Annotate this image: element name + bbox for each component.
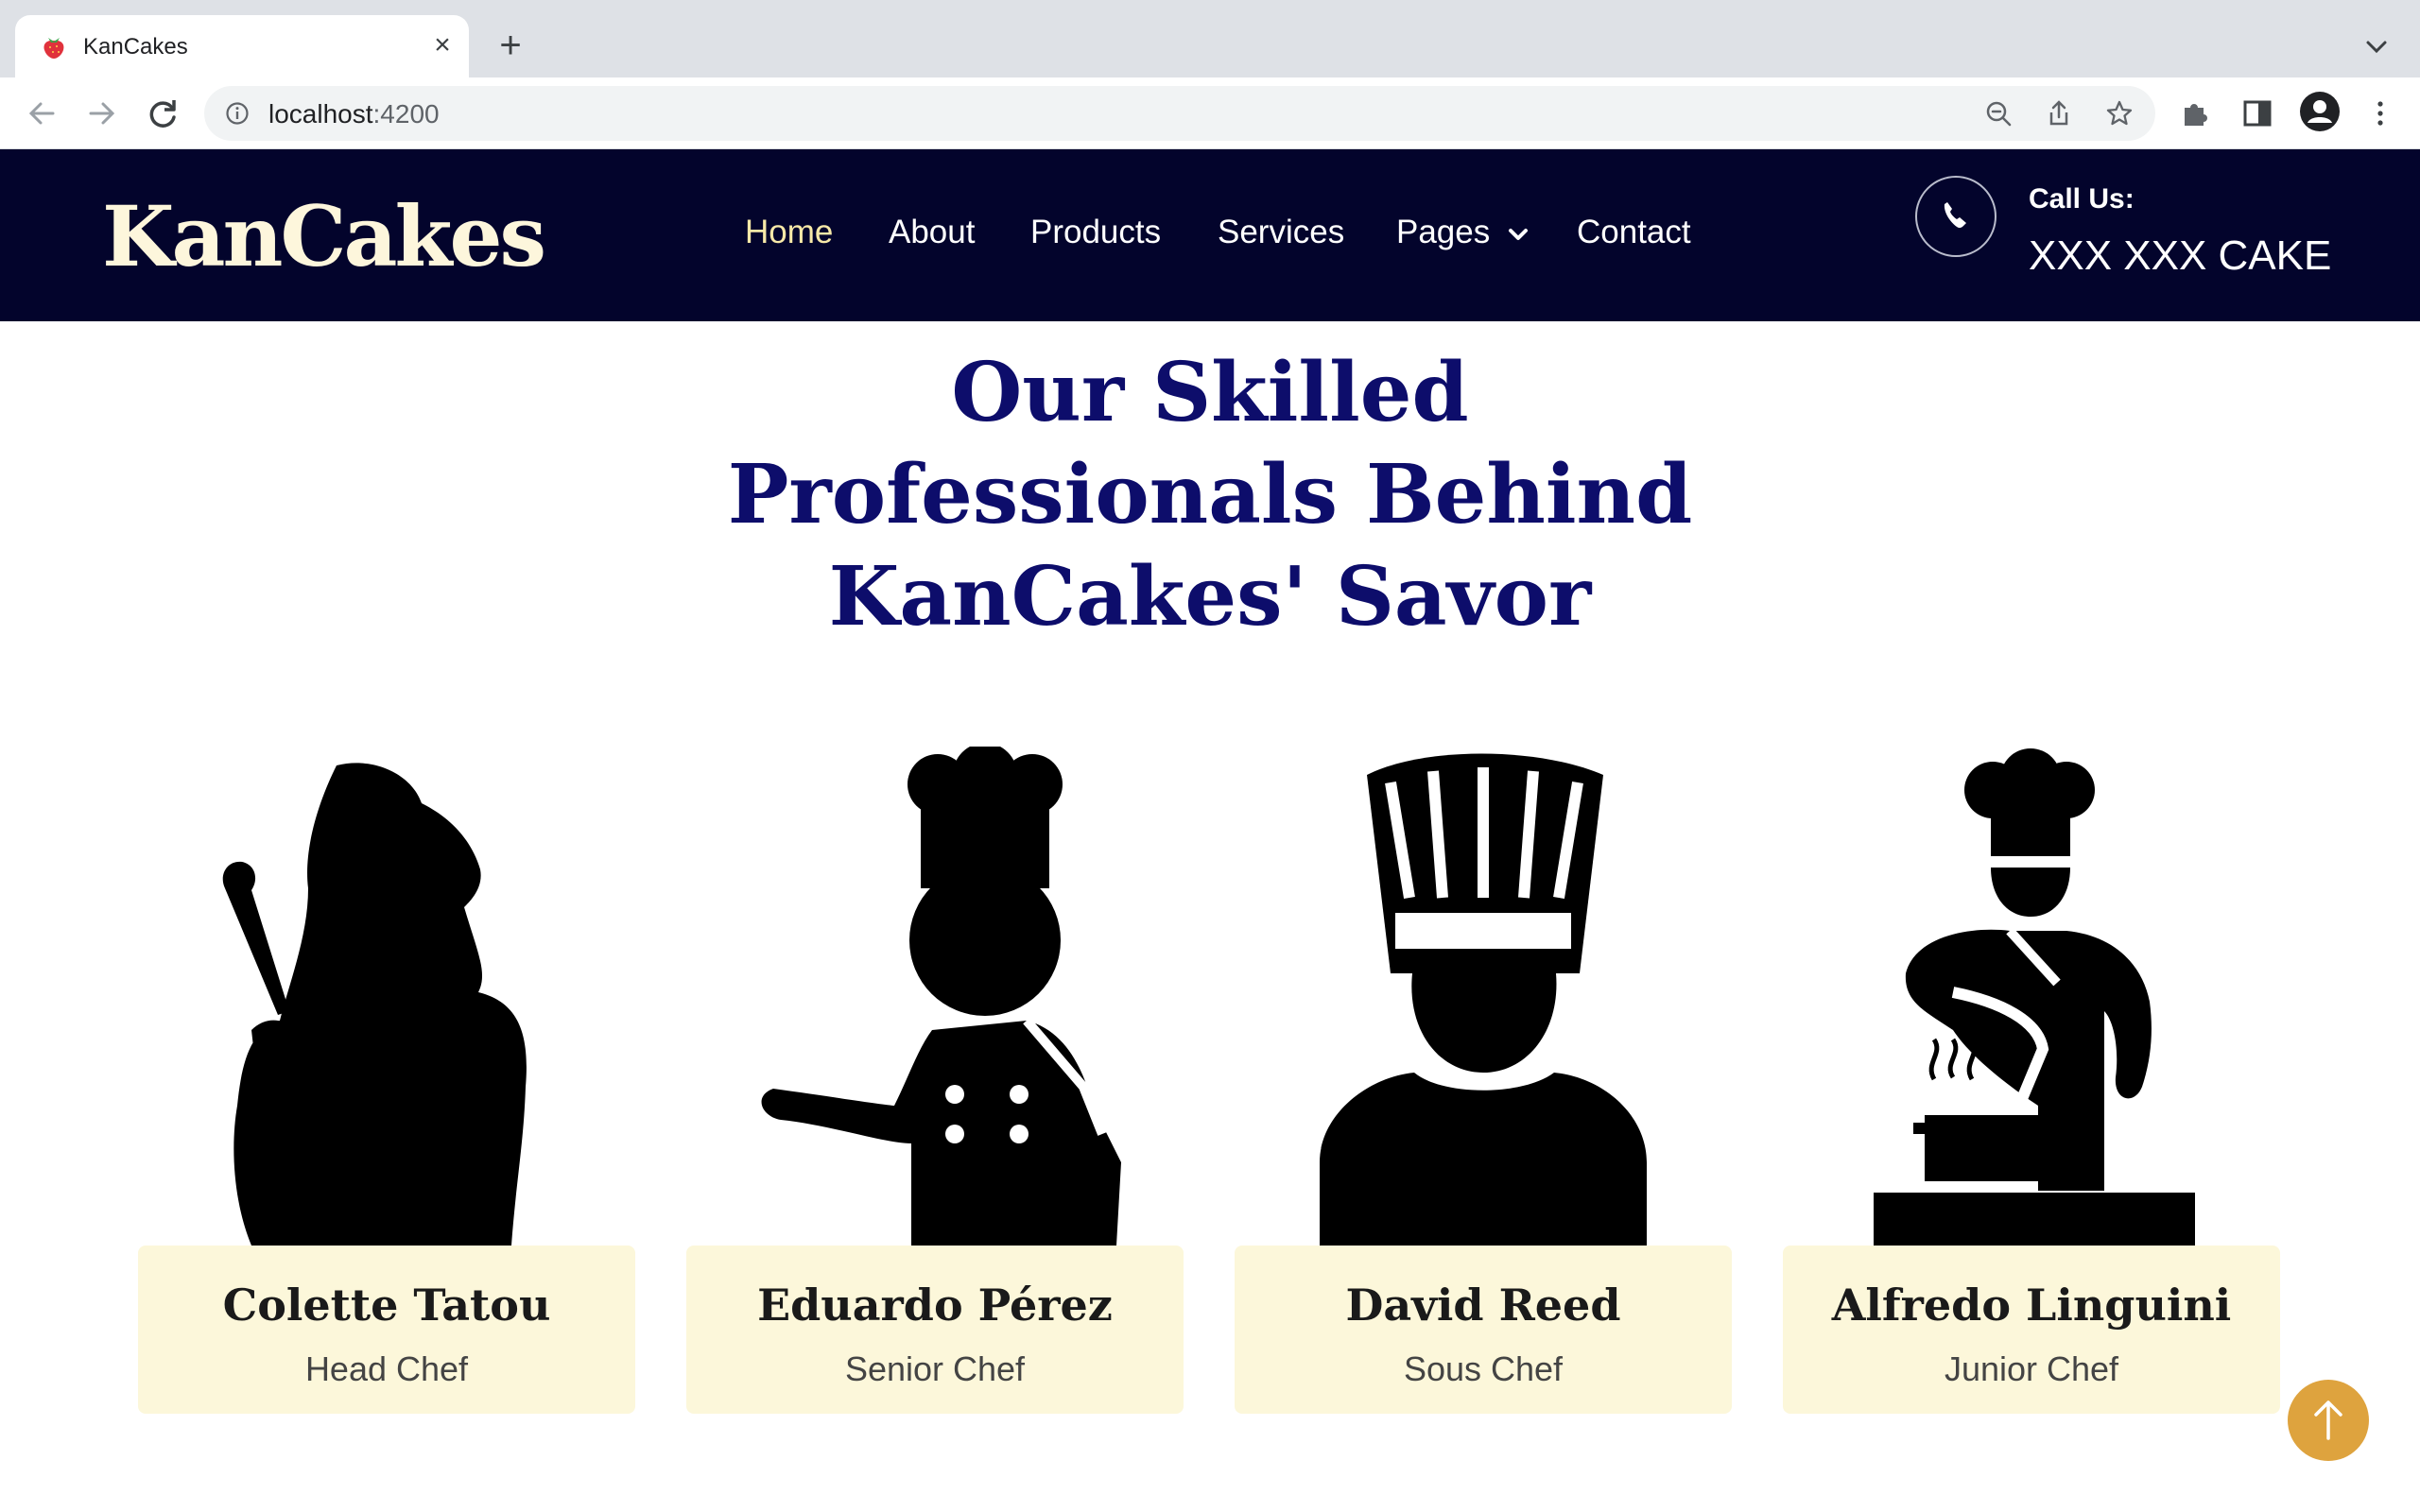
share-icon[interactable] [2044,98,2074,129]
back-to-top-button[interactable] [2288,1380,2369,1461]
back-arrow-icon[interactable] [19,91,64,136]
team-member-name: David Reed [1345,1280,1621,1331]
url-text: localhost:4200 [268,99,440,129]
browser-toolbar: localhost:4200 [0,77,2420,149]
bookmark-star-icon[interactable] [2104,98,2135,129]
arrow-up-icon [2314,1400,2342,1440]
call-label: Call Us: [2029,183,2135,215]
team-card-info: Colette Tatou Head Chef [138,1246,635,1414]
team-card-info: David Reed Sous Chef [1235,1246,1732,1414]
forward-arrow-icon[interactable] [79,91,125,136]
chevron-down-icon[interactable] [2358,28,2395,66]
team-card: Colette Tatou Head Chef [138,747,635,1414]
browser-tab-strip: KanCakes × + [0,0,2420,77]
site-logo[interactable]: KanCakes [102,187,546,285]
team-card-info: Alfredo Linguini Junior Chef [1783,1246,2280,1414]
section-title-line-1: Our Skilled [951,345,1469,440]
section-title: Our Skilled Professionals Behind KanCake… [643,342,1777,648]
chef-bust-icon [1320,753,1647,1246]
nav-services[interactable]: Services [1218,214,1344,251]
phone-icon [1944,202,1966,229]
team-member-role: Junior Chef [1944,1349,2119,1388]
team-member-name: Eduardo Pérez [757,1280,1113,1331]
reload-icon[interactable] [140,91,185,136]
team-card-info: Eduardo Pérez Senior Chef [686,1246,1184,1414]
extensions-puzzle-icon[interactable] [2178,96,2212,130]
nav-pages-dropdown[interactable]: Pages [1396,214,1530,251]
zoom-out-icon[interactable] [1983,98,2014,129]
section-title-line-2: Professionals Behind [727,447,1693,542]
team-member-name: Alfredo Linguini [1831,1280,2232,1331]
nav-about[interactable]: About [889,214,975,251]
team-card: David Reed Sous Chef [1235,747,1732,1414]
nav-products[interactable]: Products [1030,214,1161,251]
team-member-role: Head Chef [304,1349,469,1388]
site-header: KanCakes Home About Products Services Pa… [0,149,2420,321]
side-panel-icon[interactable] [2240,96,2274,130]
team-card: Eduardo Pérez Senior Chef [686,747,1184,1414]
new-tab-icon[interactable]: + [492,26,529,64]
close-tab-icon[interactable]: × [425,28,459,62]
team-member-name: Colette Tatou [222,1280,551,1331]
nav-pages-label: Pages [1396,214,1491,250]
call-number[interactable]: XXX XXX CAKE [2029,232,2331,280]
browser-tab[interactable]: KanCakes × [15,15,469,77]
chevron-down-icon [1508,228,1528,240]
nav-contact[interactable]: Contact [1577,214,1691,251]
section-title-line-3: KanCakes' Savor [828,549,1592,644]
tab-title: KanCakes [83,34,188,60]
address-bar[interactable]: localhost:4200 [204,86,2155,141]
chef-pointing-icon [761,747,1121,1246]
team-member-role: Senior Chef [844,1349,1026,1388]
nav-home[interactable]: Home [745,214,833,251]
profile-avatar-icon[interactable] [2299,91,2341,132]
chef-cooking-pot-icon [1874,748,2195,1246]
team-card: Alfredo Linguini Junior Chef [1783,747,2280,1414]
female-chef-with-spoon-icon [222,763,527,1246]
strawberry-icon [43,38,64,59]
team-member-role: Sous Chef [1403,1349,1564,1388]
more-menu-icon[interactable] [2363,96,2397,130]
info-icon[interactable] [225,101,250,126]
call-button[interactable] [1915,176,1996,257]
